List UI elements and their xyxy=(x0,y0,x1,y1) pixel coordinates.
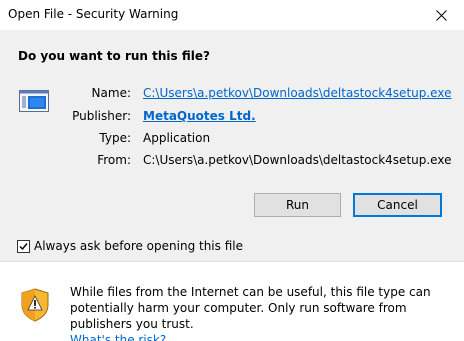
name-label: Name: xyxy=(91,86,131,100)
warning-text: While files from the Internet can be use… xyxy=(70,285,431,331)
publisher-link[interactable]: MetaQuotes Ltd. xyxy=(143,109,256,123)
checkmark-icon xyxy=(19,242,28,250)
always-ask-option[interactable]: Always ask before opening this file xyxy=(17,239,243,253)
always-ask-checkbox[interactable] xyxy=(17,239,30,253)
cancel-button[interactable]: Cancel xyxy=(353,193,442,217)
whats-the-risk-link[interactable]: What's the risk? xyxy=(70,333,166,341)
type-value: Application xyxy=(143,131,211,145)
file-name-link[interactable]: C:\Users\a.petkov\Downloads\deltastock4s… xyxy=(143,86,451,100)
from-label: From: xyxy=(97,153,131,167)
warning-section: While files from the Internet can be use… xyxy=(0,262,464,341)
type-label: Type: xyxy=(99,131,131,145)
dialog-question: Do you want to run this file? xyxy=(18,49,210,63)
from-value: C:\Users\a.petkov\Downloads\deltastock4s… xyxy=(143,153,452,167)
run-button[interactable]: Run xyxy=(254,193,341,217)
dialog-body: Do you want to run this file? Name: C:\U… xyxy=(0,30,464,261)
title-bar: Open File - Security Warning xyxy=(0,0,464,30)
warning-message: While files from the Internet can be use… xyxy=(70,284,450,341)
close-icon xyxy=(435,9,447,21)
security-shield-icon xyxy=(21,288,49,322)
always-ask-label: Always ask before opening this file xyxy=(34,239,243,253)
publisher-label: Publisher: xyxy=(72,109,131,123)
close-button[interactable] xyxy=(418,0,464,30)
window-title: Open File - Security Warning xyxy=(8,7,179,21)
